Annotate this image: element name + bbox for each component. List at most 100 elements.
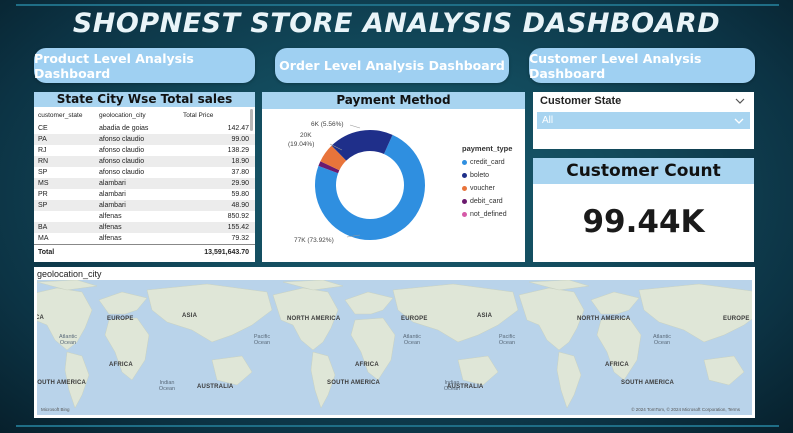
table-row[interactable]: MS alambari 29.90 — [34, 178, 255, 189]
map-ocean-label: Pacific Ocean — [498, 334, 516, 346]
state-cell: BA — [34, 222, 95, 233]
map-continent-label: ASIA — [477, 313, 493, 319]
legend-dot — [462, 160, 467, 165]
kpi-value: 99.44K — [582, 204, 705, 240]
legend-item[interactable]: boleto — [462, 172, 512, 179]
credit-card-data-label: 77K (73.92%) — [294, 237, 334, 244]
table-row[interactable]: MA alfenas 79.32 — [34, 233, 255, 245]
customer-state-dropdown[interactable]: All — [537, 112, 750, 129]
payment-donut-chart[interactable] — [305, 120, 435, 250]
top-border — [16, 4, 779, 6]
state-cell: PR — [34, 189, 95, 200]
column-header-state[interactable]: customer_state — [34, 107, 95, 123]
table-row[interactable]: RJ afonso claudio 138.29 — [34, 145, 255, 156]
payment-method-title: Payment Method — [262, 92, 525, 109]
chevron-down-icon[interactable] — [735, 98, 745, 104]
price-cell: 155.42 — [179, 222, 255, 233]
dropdown-selected-value: All — [542, 115, 554, 126]
table-row[interactable]: CE abadia de goias 142.47 — [34, 123, 255, 134]
order-dashboard-button[interactable]: Order Level Analysis Dashboard — [275, 48, 509, 83]
state-cell: RJ — [34, 145, 95, 156]
table-scrollbar[interactable] — [250, 109, 253, 131]
customer-count-card: Customer Count 99.44K — [533, 158, 754, 262]
price-cell: 37.80 — [179, 167, 255, 178]
price-cell: 850.92 — [179, 211, 255, 222]
map-continent-label: CA — [37, 315, 45, 321]
map-ocean-label: Atlantic Ocean — [652, 334, 672, 346]
sales-table-title: State City Wse Total sales — [34, 92, 255, 107]
boleto-data-label-percent: (19.04%) — [288, 141, 315, 148]
sales-table-panel: State City Wse Total sales customer_stat… — [34, 92, 255, 262]
column-header-total-price[interactable]: Total Price — [179, 107, 255, 123]
legend-label: voucher — [470, 185, 495, 192]
dropdown-chevron-icon[interactable] — [734, 118, 744, 124]
table-row[interactable]: BA alfenas 155.42 — [34, 222, 255, 233]
city-cell: afonso claudio — [95, 156, 179, 167]
map-continent-label: SOUTH AMERICA — [621, 380, 675, 386]
city-cell: alfenas — [95, 233, 179, 245]
kpi-title: Customer Count — [533, 158, 754, 184]
map-continent-label: EUROPE — [723, 316, 750, 322]
map-continent-label: AFRICA — [355, 362, 379, 368]
column-header-city[interactable]: geolocation_city — [95, 107, 179, 123]
legend-label: not_defined — [470, 211, 507, 218]
city-cell: afonso claudio — [95, 167, 179, 178]
payment-legend: payment_type credit_cardboleto voucher deb… — [462, 144, 512, 224]
city-cell: afonso claudio — [95, 145, 179, 156]
state-cell: PA — [34, 134, 95, 145]
world-map[interactable]: EUROPE ASIA NORTH AMERICA EUROPE ASIA NORTH A… — [37, 280, 752, 415]
legend-item[interactable]: credit_card — [462, 159, 512, 166]
state-cell: SP — [34, 167, 95, 178]
map-ocean-label: Indian Ocean — [158, 380, 176, 392]
city-cell: alfenas — [95, 222, 179, 233]
price-cell: 138.29 — [179, 145, 255, 156]
boleto-data-label-value: 20K — [300, 132, 312, 139]
price-cell: 18.90 — [179, 156, 255, 167]
map-continent-label: AFRICA — [605, 362, 629, 368]
state-cell: MS — [34, 178, 95, 189]
map-continent-label: NORTH AMERICA — [287, 316, 341, 322]
legend-item[interactable]: not_defined — [462, 211, 512, 218]
price-cell: 99.00 — [179, 134, 255, 145]
city-cell: abadia de goias — [95, 123, 179, 134]
table-row[interactable]: RN afonso claudio 18.90 — [34, 156, 255, 167]
map-attribution-right[interactable]: © 2024 TomTom, © 2024 Microsoft Corporat… — [631, 407, 740, 412]
table-row[interactable]: PR alambari 59.80 — [34, 189, 255, 200]
legend-item[interactable]: debit_card — [462, 198, 512, 205]
table-row[interactable]: alfenas 850.92 — [34, 211, 255, 222]
legend-dot — [462, 212, 467, 217]
table-row[interactable]: SP afonso claudio 37.80 — [34, 167, 255, 178]
price-cell: 29.90 — [179, 178, 255, 189]
table-row[interactable]: SP alambari 48.90 — [34, 200, 255, 211]
map-continent-label: ASIA — [182, 313, 198, 319]
map-continent-label: AUSTRALIA — [197, 384, 234, 390]
total-value: 13,591,643.70 — [179, 244, 255, 258]
legend-label: credit_card — [470, 159, 505, 166]
map-continent-label: AFRICA — [109, 362, 133, 368]
map-ocean-label: Atlantic Ocean — [58, 334, 78, 346]
price-cell: 79.32 — [179, 233, 255, 245]
legend-dot — [462, 173, 467, 178]
legend-item[interactable]: voucher — [462, 185, 512, 192]
map-ocean-label: Pacific Ocean — [253, 334, 271, 346]
legend-label: debit_card — [470, 198, 503, 205]
legend-title: payment_type — [462, 144, 513, 153]
map-continent-label: SOUTH AMERICA — [327, 380, 381, 386]
table-row[interactable]: PA afonso claudio 99.00 — [34, 134, 255, 145]
dashboard-title: SHOPNEST STORE ANALYSIS DASHBOARD — [72, 8, 721, 39]
state-cell: RN — [34, 156, 95, 167]
map-ocean-label: Indian Ocean — [443, 380, 461, 392]
price-cell: 142.47 — [179, 123, 255, 134]
bottom-border — [16, 425, 779, 427]
filter-label: Customer State — [540, 95, 622, 107]
product-dashboard-button[interactable]: Product Level Analysis Dashboard — [34, 48, 255, 83]
payment-method-panel: Payment Method 6K (5.56%) 20K (19.04%) 7… — [262, 92, 525, 262]
legend-dot — [462, 186, 467, 191]
state-cell: MA — [34, 233, 95, 245]
geolocation-map-panel: geolocation_city EUROPE ASIA NORTH AMERICA… — [34, 267, 755, 418]
city-cell: alambari — [95, 200, 179, 211]
total-row: Total 13,591,643.70 — [34, 244, 255, 258]
price-cell: 59.80 — [179, 189, 255, 200]
state-cell — [34, 211, 95, 222]
customer-dashboard-button[interactable]: Customer Level Analysis Dashboard — [529, 48, 755, 83]
